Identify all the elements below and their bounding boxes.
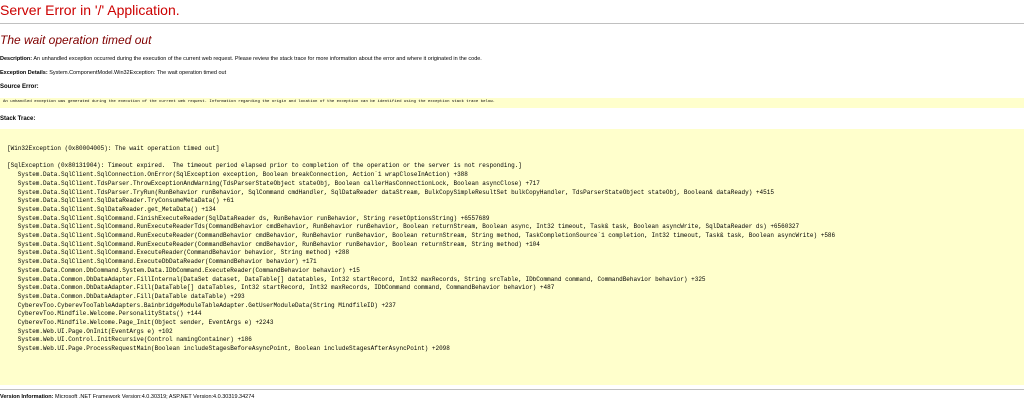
stack-trace-line: System.Data.SqlClient.SqlConnection.OnEr…	[7, 171, 468, 179]
stack-trace-line: System.Data.SqlClient.SqlDataReader.get_…	[7, 205, 216, 213]
source-error-text: An unhandled exception was generated dur…	[3, 100, 496, 104]
stack-trace-line: [Win32Exception (0x80004005): The wait o…	[7, 145, 220, 152]
version-info-line: Version Information: Microsoft .NET Fram…	[0, 394, 254, 400]
stack-trace-line: System.Data.SqlClient.SqlDataReader.TryC…	[7, 197, 234, 205]
stack-trace-line: CyberevToo.Mindfile.Welcome.PersonalityS…	[7, 310, 202, 318]
stack-trace-line: System.Web.UI.Page.OnInit(EventArgs e) +…	[7, 327, 173, 335]
source-error-label: Source Error:	[0, 84, 39, 90]
source-error-box: An unhandled exception was generated dur…	[0, 98, 1024, 108]
stack-trace-line: System.Data.Common.DbCommand.System.Data…	[7, 266, 360, 274]
exception-details-label: Exception Details:	[0, 70, 48, 76]
stack-trace-line: System.Data.SqlClient.SqlCommand.RunExec…	[7, 240, 540, 248]
stack-trace-line: System.Data.SqlClient.SqlCommand.RunExec…	[7, 232, 836, 240]
version-info-label: Version Information:	[0, 394, 54, 400]
stack-trace-text: [Win32Exception (0x80004005): The wait o…	[7, 145, 835, 354]
stack-trace-label: Stack Trace:	[0, 116, 36, 122]
description-text: An unhandled exception occurred during t…	[33, 56, 482, 62]
stack-trace-line: System.Data.SqlClient.SqlCommand.Execute…	[7, 258, 317, 266]
stack-trace-line: System.Data.Common.DbDataAdapter.Fill(Da…	[7, 284, 555, 292]
stack-trace-box: [Win32Exception (0x80004005): The wait o…	[0, 129, 1024, 385]
stack-trace-line: System.Data.SqlClient.SqlCommand.FinishE…	[7, 214, 490, 222]
stack-trace-line: System.Data.Common.DbDataAdapter.Fill(Da…	[7, 292, 245, 300]
page-title: Server Error in '/' Application.	[0, 2, 180, 18]
stack-trace-line: System.Web.UI.Control.InitRecursive(Cont…	[7, 336, 252, 344]
description-label: Description:	[0, 56, 33, 62]
title-divider	[0, 23, 1024, 24]
stack-trace-line: System.Data.SqlClient.TdsParser.ThrowExc…	[7, 179, 540, 187]
description-line: Description: An unhandled exception occu…	[0, 56, 482, 63]
footer-divider	[0, 389, 1024, 390]
stack-trace-line: CyberevToo.Mindfile.Welcome.Page_Init(Ob…	[7, 319, 274, 327]
error-message: The wait operation timed out	[0, 33, 152, 47]
stack-trace-line: CyberevToo.CyberevTooTableAdapters.Bainb…	[7, 301, 396, 309]
exception-details-text: System.ComponentModel.Win32Exception: Th…	[49, 70, 227, 76]
stack-trace-line: [SqlException (0x80131904): Timeout expi…	[7, 162, 522, 170]
exception-details-line: Exception Details: System.ComponentModel…	[0, 70, 226, 77]
stack-trace-line: System.Data.Common.DbDataAdapter.FillInt…	[7, 275, 706, 283]
stack-trace-line: System.Data.SqlClient.SqlCommand.RunExec…	[7, 223, 800, 231]
version-info-text: Microsoft .NET Framework Version:4.0.303…	[55, 394, 255, 400]
stack-trace-line: System.Web.UI.Page.ProcessRequestMain(Bo…	[7, 345, 450, 353]
stack-trace-line: System.Data.SqlClient.TdsParser.TryRun(R…	[7, 188, 774, 196]
stack-trace-line: System.Data.SqlClient.SqlCommand.Execute…	[7, 249, 350, 257]
